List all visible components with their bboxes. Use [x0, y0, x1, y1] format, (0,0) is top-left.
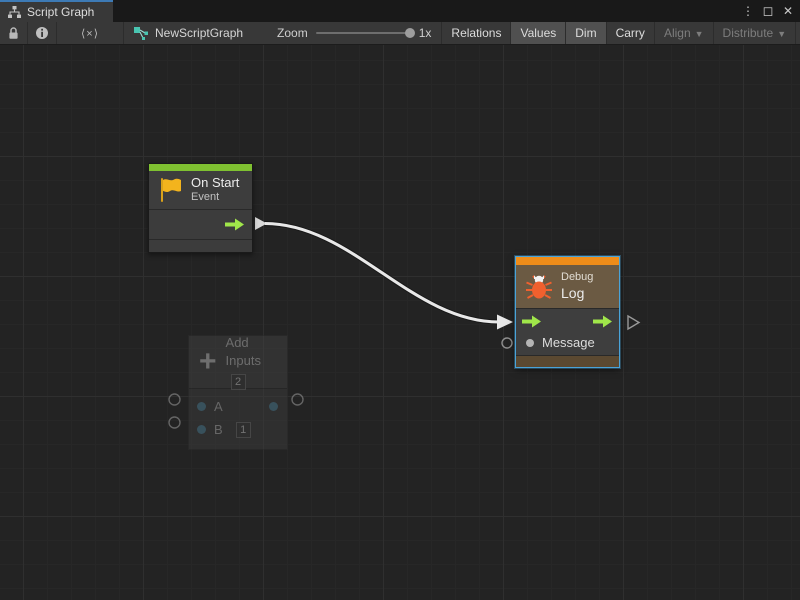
- node-body: [149, 210, 252, 239]
- connection-wire[interactable]: [265, 224, 499, 323]
- graph-toolbar: ⟨×⟩ NewScriptGraph Zoom 1x Relations Val…: [0, 22, 800, 45]
- zoom-slider-handle[interactable]: [405, 28, 415, 38]
- zoom-value: 1x: [419, 26, 432, 40]
- graph-asset-name: NewScriptGraph: [155, 26, 243, 40]
- chevron-down-icon: ▼: [695, 29, 704, 39]
- node-add-inputs[interactable]: + Add Inputs2 A B 1: [188, 335, 288, 450]
- input-b-value-field[interactable]: 1: [236, 422, 251, 438]
- node-category: Debug: [561, 271, 593, 285]
- control-port-row: [516, 309, 619, 333]
- node-title: Add: [226, 334, 279, 352]
- window-controls: ⋮ ◻ ✕: [740, 0, 800, 22]
- toolbar-button-relations[interactable]: Relations: [442, 22, 511, 44]
- tab-title: Script Graph: [27, 5, 94, 19]
- value-port-dot[interactable]: [526, 339, 534, 347]
- bug-icon: [524, 272, 554, 302]
- info-button[interactable]: [28, 22, 57, 44]
- node-subtitle: Event: [191, 191, 239, 205]
- view-source-button[interactable]: ⟨×⟩: [57, 22, 124, 44]
- node-header[interactable]: Debug Log: [516, 265, 619, 308]
- node-body: Message: [516, 309, 619, 355]
- code-icon: ⟨×⟩: [81, 27, 99, 40]
- message-input-row: Message: [516, 333, 619, 350]
- node-footer: [516, 356, 619, 367]
- node-accent-bar: [149, 164, 252, 171]
- lock-button[interactable]: [0, 22, 28, 44]
- node-body: A B 1: [189, 389, 287, 449]
- control-input-arrow-icon[interactable]: [522, 315, 542, 328]
- toolbar-button-dim[interactable]: Dim: [566, 22, 606, 44]
- maximize-button[interactable]: ◻: [760, 3, 776, 19]
- toolbar-button-align[interactable]: Align ▼: [655, 22, 714, 44]
- graph-asset-icon: [134, 27, 149, 40]
- node-subtitle: Inputs2: [226, 352, 279, 390]
- control-output-arrow-icon[interactable]: [593, 315, 613, 328]
- graph-canvas[interactable]: On Start Event: [0, 45, 800, 600]
- tab-script-graph[interactable]: Script Graph: [0, 0, 113, 22]
- close-button[interactable]: ✕: [780, 3, 796, 19]
- value-port-dot[interactable]: [197, 402, 206, 411]
- plus-icon: +: [197, 349, 219, 375]
- node-on-start[interactable]: On Start Event: [148, 163, 253, 253]
- toolbar-button-values[interactable]: Values: [511, 22, 566, 44]
- control-output-arrow-icon[interactable]: [225, 218, 245, 231]
- add-input-b-port-circle[interactable]: [169, 417, 180, 428]
- node-header[interactable]: + Add Inputs2: [189, 336, 287, 388]
- input-row-a: A: [189, 395, 287, 418]
- input-row-b: B 1: [189, 418, 287, 441]
- add-input-a-port-circle[interactable]: [169, 394, 180, 405]
- info-icon: [35, 26, 49, 40]
- input-port-label: B: [214, 422, 223, 437]
- chevron-down-icon: ▼: [777, 29, 786, 39]
- debug-message-port-circle[interactable]: [502, 338, 512, 348]
- toolbar-button-distribute[interactable]: Distribute ▼: [714, 22, 797, 44]
- window-tab-bar: Script Graph ⋮ ◻ ✕: [0, 0, 800, 22]
- connection-arrowhead: [497, 315, 513, 330]
- script-graph-window: Script Graph ⋮ ◻ ✕ ⟨×⟩: [0, 0, 800, 600]
- node-header[interactable]: On Start Event: [149, 171, 252, 209]
- toolbar-button-overview[interactable]: Overview: [796, 22, 800, 44]
- graph-asset[interactable]: NewScriptGraph: [124, 22, 253, 44]
- value-output-port-dot[interactable]: [269, 402, 278, 411]
- add-output-port-circle[interactable]: [292, 394, 303, 405]
- lock-icon: [7, 26, 20, 40]
- value-port-dot[interactable]: [197, 425, 206, 434]
- flag-icon: [157, 176, 184, 204]
- zoom-slider[interactable]: [316, 32, 411, 34]
- node-title: Log: [561, 285, 593, 303]
- zoom-control: Zoom 1x: [253, 22, 442, 44]
- inputs-count-field[interactable]: 2: [231, 374, 246, 390]
- debug-output-port-triangle[interactable]: [628, 316, 639, 329]
- node-title: On Start: [191, 175, 239, 191]
- window-menu-button[interactable]: ⋮: [740, 3, 756, 19]
- node-debug-log[interactable]: Debug Log Messag: [515, 256, 620, 368]
- node-footer: [149, 240, 252, 252]
- node-accent-bar: [516, 257, 619, 265]
- input-port-label: Message: [542, 335, 595, 350]
- hierarchy-icon: [8, 6, 21, 18]
- zoom-label: Zoom: [277, 26, 308, 40]
- connections-overlay: [0, 45, 800, 600]
- input-port-label: A: [214, 399, 223, 414]
- toolbar-button-carry[interactable]: Carry: [607, 22, 655, 44]
